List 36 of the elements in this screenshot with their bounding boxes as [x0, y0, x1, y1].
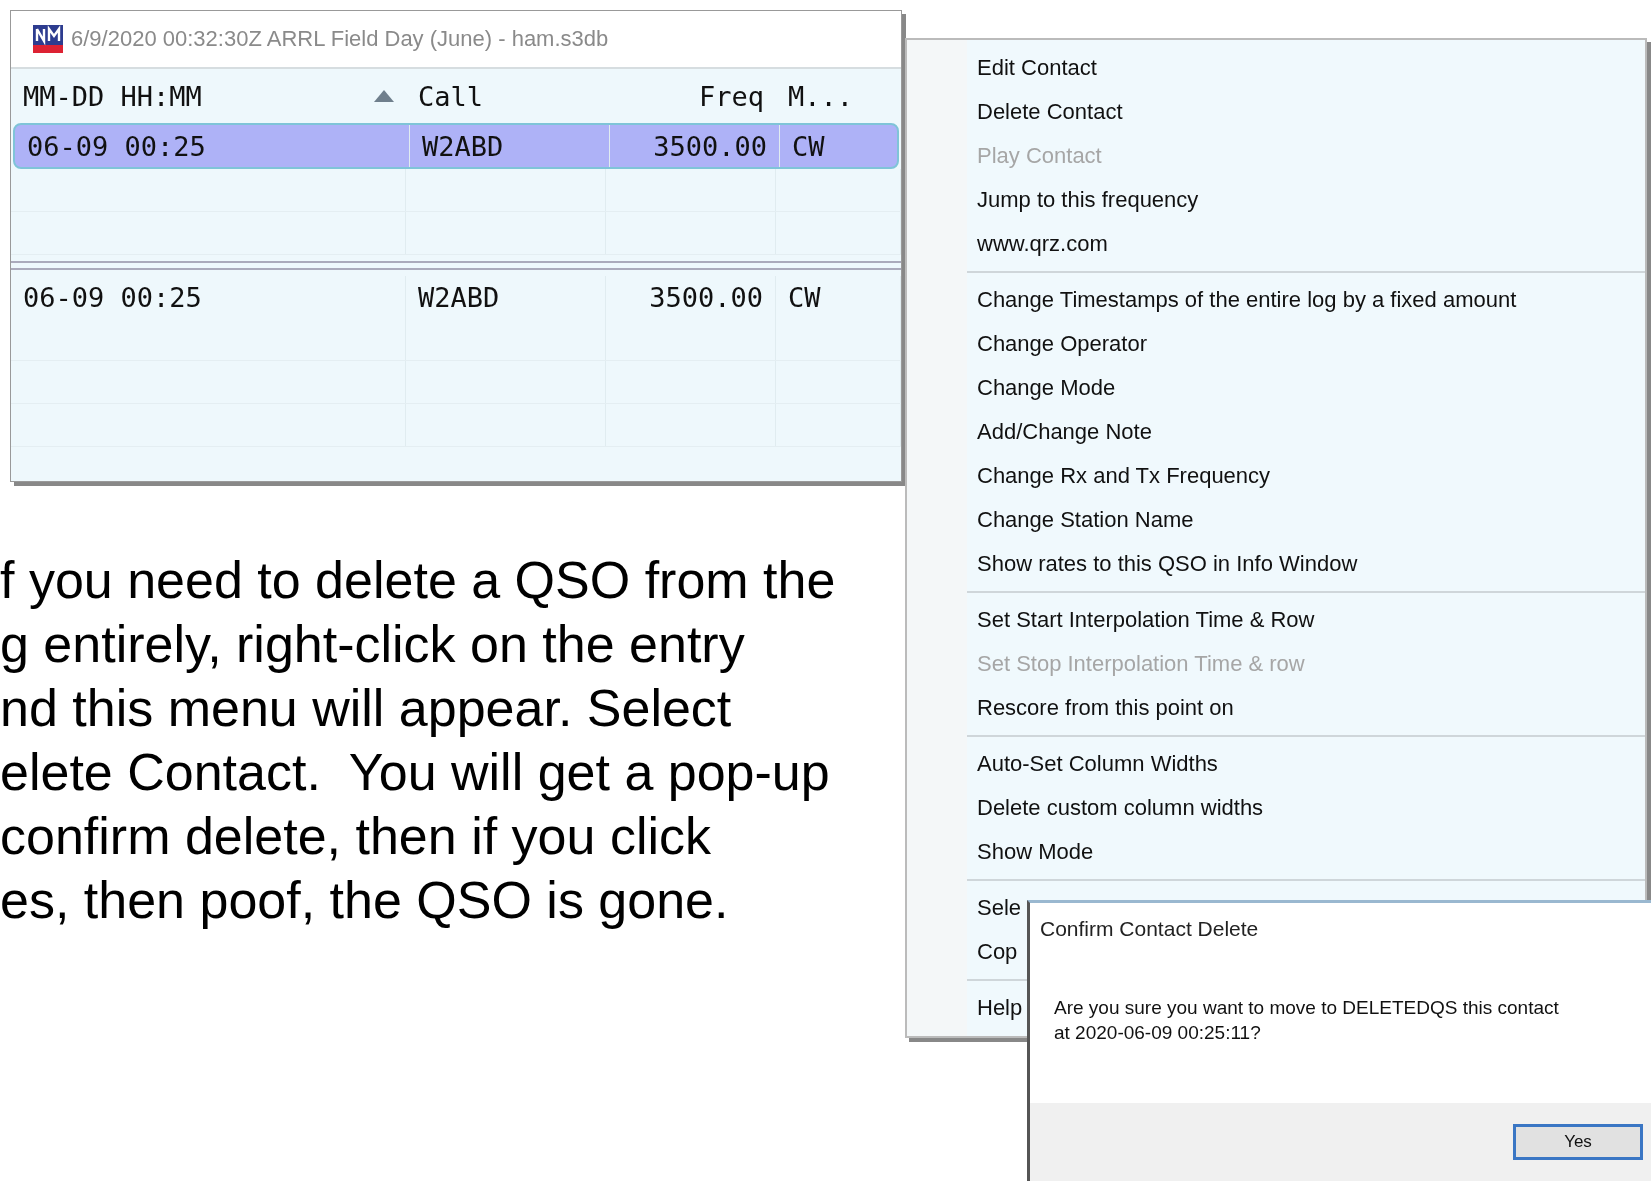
pane-splitter[interactable]: [11, 261, 901, 270]
table-cell: 3500.00: [610, 125, 780, 167]
menu-item[interactable]: Auto-Set Column Widths: [907, 742, 1645, 786]
menu-item[interactable]: Show Mode: [907, 830, 1645, 874]
yes-button[interactable]: Yes: [1513, 1124, 1643, 1160]
menu-item[interactable]: Edit Contact: [907, 46, 1645, 90]
menu-item[interactable]: Change Timestamps of the entire log by a fixed amount: [907, 278, 1645, 322]
column-header[interactable]: Call: [406, 69, 606, 123]
menu-item[interactable]: Rescore from this point on: [907, 686, 1645, 730]
table-cell: W2ABD: [410, 125, 610, 167]
column-header[interactable]: M...: [776, 69, 901, 123]
menu-item[interactable]: Delete Contact: [907, 90, 1645, 134]
log-row[interactable]: 06-09 00:25 W2ABD 3500.00 CW: [13, 123, 899, 169]
table-cell: 06-09 00:25: [11, 276, 406, 318]
menu-item[interactable]: Delete custom column widths: [907, 786, 1645, 830]
app-logo-icon: [33, 25, 63, 53]
table-cell: 3500.00: [606, 276, 776, 318]
menu-item[interactable]: www.qrz.com: [907, 222, 1645, 266]
menu-item[interactable]: Set Start Interpolation Time & Row: [907, 598, 1645, 642]
table-cell: 06-09 00:25: [15, 125, 410, 167]
window-title: 6/9/2020 00:32:30Z ARRL Field Day (June) - ham.s3db: [71, 26, 609, 52]
table-cell: CW: [776, 276, 901, 318]
dialog-title: Confirm Contact Delete: [1039, 916, 1260, 942]
menu-item[interactable]: Change Rx and Tx Frequency: [907, 454, 1645, 498]
column-header[interactable]: MM-DD HH:MM: [11, 69, 406, 123]
column-header[interactable]: Freq: [606, 69, 776, 123]
log-row[interactable]: 06-09 00:25 W2ABD 3500.00 CW: [11, 276, 901, 318]
table-cell: W2ABD: [406, 276, 606, 318]
menu-item[interactable]: Show rates to this QSO in Info Window: [907, 542, 1645, 586]
menu-item[interactable]: Change Station Name: [907, 498, 1645, 542]
menu-item[interactable]: Change Operator: [907, 322, 1645, 366]
menu-item[interactable]: Jump to this frequency: [907, 178, 1645, 222]
menu-item[interactable]: Change Mode: [907, 366, 1645, 410]
dialog-message: Are you sure you want to move to DELETEDQS this contact at 2020-06-09 00:25:11?: [1053, 996, 1560, 1045]
menu-item[interactable]: Add/Change Note: [907, 410, 1645, 454]
instruction-paragraph: f you need to delete a QSO from the g entirely, right-click on the entry nd this menu will appear. Select elete Contact. You will get a pop-up confirm delete, then if you click es, then poof, the QSO is gone.: [0, 550, 836, 931]
